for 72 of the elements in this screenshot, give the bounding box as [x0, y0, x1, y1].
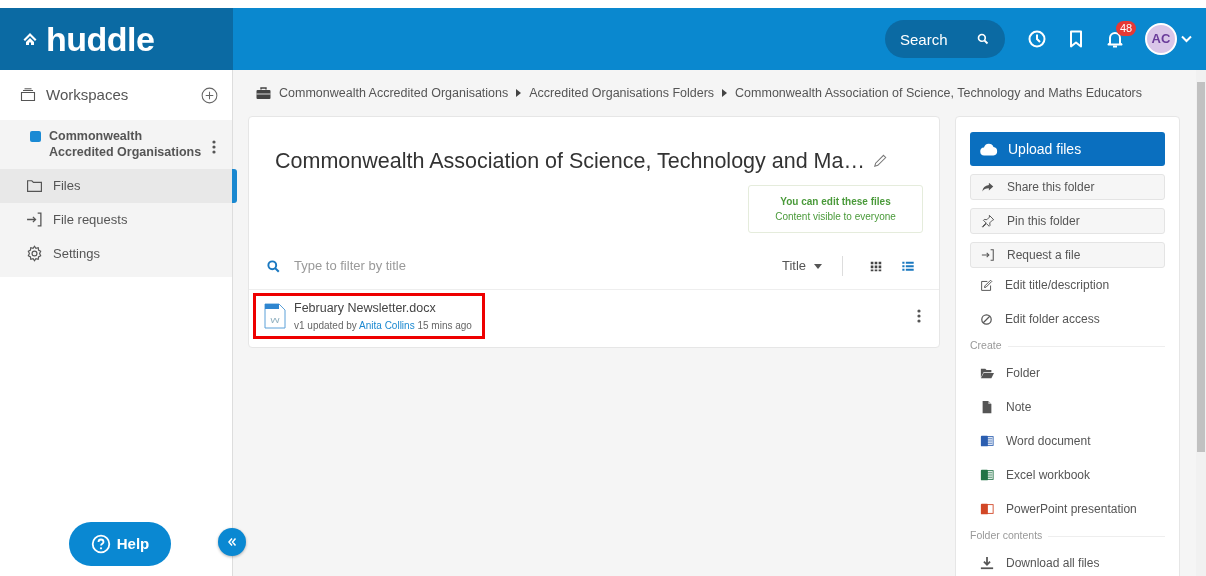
action-button[interactable]: Pin this folder [970, 208, 1165, 234]
upload-button[interactable]: Upload files [970, 132, 1165, 166]
excel-icon [980, 468, 994, 482]
action-button[interactable]: Share this folder [970, 174, 1165, 200]
author-link[interactable]: Anita Collins [359, 319, 415, 331]
caret-right-icon [722, 89, 728, 97]
action-link[interactable]: Edit title/description [970, 268, 1165, 302]
folder-icon [980, 366, 994, 380]
add-icon[interactable] [201, 86, 218, 104]
list-view-toggle[interactable] [901, 259, 915, 273]
workspace-name[interactable]: Commonwealth Accredited Organisations [49, 128, 204, 161]
sidebar-item[interactable]: File requests [0, 202, 232, 237]
more-icon[interactable] [212, 140, 216, 154]
folder-title: Commonwealth Association of Science, Technology and Ma… [275, 148, 865, 175]
sidebar-title: Workspaces [46, 84, 130, 105]
prohibited-icon [980, 312, 993, 326]
scrollbar[interactable] [1196, 70, 1206, 576]
chevron-down-icon[interactable] [1181, 35, 1192, 43]
action-button[interactable]: Request a file [970, 242, 1165, 268]
caret-right-icon [516, 89, 522, 97]
pencil-icon[interactable] [873, 154, 887, 169]
search-icon [977, 33, 989, 45]
notification-count: 48 [1116, 21, 1137, 37]
powerpoint-icon [980, 502, 994, 516]
request-icon [981, 248, 995, 262]
breadcrumb-link[interactable]: Commonwealth Association of Science, Technology and Maths Educators [735, 83, 1143, 103]
sort-dropdown[interactable]: Title [781, 256, 822, 276]
collapse-button[interactable] [218, 528, 246, 556]
user-avatar[interactable]: AC [1145, 23, 1177, 55]
breadcrumb-link[interactable]: Accredited Organisations Folders [529, 83, 715, 103]
more-icon[interactable] [917, 308, 921, 323]
search-icon [267, 259, 280, 273]
list-icon [901, 259, 915, 273]
caret-down-icon [814, 263, 822, 269]
word-icon [980, 434, 994, 448]
bookmark-icon[interactable] [1067, 29, 1085, 49]
create-item[interactable]: Excel workbook [970, 458, 1165, 492]
help-button[interactable]: Help [69, 522, 171, 566]
create-item[interactable]: Note [970, 390, 1165, 424]
cloud-icon [980, 142, 998, 156]
action-link[interactable]: Edit folder access [970, 302, 1165, 336]
section-label: Create [970, 338, 1002, 354]
permission-note: Content visible to everyone [774, 210, 897, 225]
create-item[interactable]: Folder [970, 356, 1165, 390]
file-name[interactable]: February Newsletter.docx [294, 298, 472, 318]
logo: huddle [46, 22, 155, 56]
request-icon [26, 211, 43, 228]
permission-title: You can edit these files [779, 195, 892, 210]
tray-icon [20, 87, 36, 103]
help-icon [90, 534, 111, 554]
clock-icon[interactable] [1027, 29, 1047, 49]
pin-icon [981, 214, 995, 228]
file-row[interactable]: February Newsletter.docx v1 updated by Anita Collins 15 mins ago [253, 292, 485, 339]
edit-icon [980, 278, 993, 292]
briefcase-icon [256, 86, 271, 100]
home-icon [22, 31, 38, 47]
create-item[interactable]: Download all files [970, 546, 1165, 576]
folder-icon [26, 177, 43, 194]
download-icon [980, 556, 994, 570]
create-item[interactable]: PowerPoint presentation [970, 492, 1165, 526]
grid-view-toggle[interactable] [869, 259, 883, 273]
search-field[interactable]: Search [885, 20, 1005, 58]
sidebar-item[interactable]: Settings [0, 236, 232, 271]
double-chevron-left-icon [227, 537, 237, 547]
settings-icon [26, 245, 43, 262]
file-meta: v1 updated by Anita Collins 15 mins ago [294, 318, 472, 333]
breadcrumb-link[interactable]: Commonwealth Accredited Organisations [279, 83, 509, 103]
grid-icon [869, 259, 883, 273]
word-file-icon [264, 302, 286, 329]
create-item[interactable]: Word document [970, 424, 1165, 458]
note-icon [980, 400, 994, 414]
section-label: Folder contents [970, 528, 1043, 544]
